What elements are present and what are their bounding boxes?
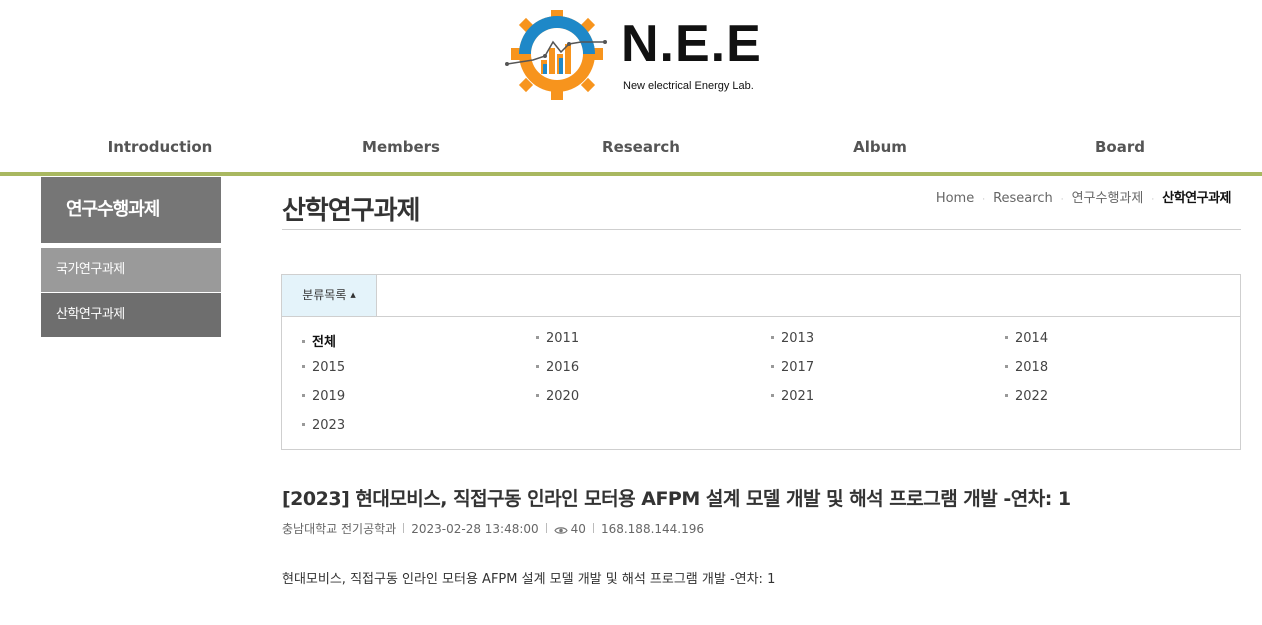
- category-item-2015[interactable]: 2015: [302, 360, 345, 375]
- category-label: 2014: [1015, 331, 1049, 346]
- meta-divider: [403, 523, 405, 533]
- post-author: 충남대학교 전기공학과: [282, 522, 397, 536]
- category-label: 2019: [312, 389, 346, 404]
- nav-item-album[interactable]: Album: [760, 138, 1000, 156]
- category-item-2022[interactable]: 2022: [1005, 389, 1048, 404]
- post-meta: 충남대학교 전기공학과 2023-02-28 13:48:00 40 168.188.…: [282, 520, 704, 537]
- bullet-icon: [536, 365, 539, 368]
- bullet-icon: [536, 336, 539, 339]
- nav-item-research[interactable]: Research: [521, 138, 761, 156]
- category-panel: 분류목록 ▲ 전체 2011 2013 2014 2015 2016 2017 2…: [281, 274, 1241, 450]
- category-toggle-button[interactable]: 분류목록 ▲: [282, 275, 377, 316]
- category-item-2021[interactable]: 2021: [771, 389, 814, 404]
- breadcrumb-separator: ·: [1060, 195, 1064, 205]
- category-item-2011[interactable]: 2011: [536, 331, 579, 346]
- post-body: 현대모비스, 직접구동 인라인 모터용 AFPM 설계 모델 개발 및 해석 프…: [282, 572, 776, 587]
- sidebar-item-national-research[interactable]: 국가연구과제: [41, 248, 221, 292]
- breadcrumb-separator: ·: [1151, 195, 1155, 205]
- nav-item-board[interactable]: Board: [1000, 138, 1240, 156]
- caret-up-icon: ▲: [350, 291, 356, 299]
- page-title: 산학연구과제: [282, 196, 421, 226]
- breadcrumb-projects[interactable]: 연구수행과제: [1072, 191, 1144, 206]
- category-label: 2013: [781, 331, 815, 346]
- category-label: 전체: [312, 335, 336, 350]
- meta-divider: [545, 523, 547, 533]
- post-views: 40: [570, 522, 586, 536]
- category-toggle-label: 분류목록: [302, 288, 347, 302]
- category-item-2013[interactable]: 2013: [771, 331, 814, 346]
- category-item-2018[interactable]: 2018: [1005, 360, 1048, 375]
- category-label: 2020: [546, 389, 580, 404]
- eye-icon: [553, 527, 568, 534]
- breadcrumb-separator: ·: [982, 195, 986, 205]
- gear-chart-logo-icon: [505, 10, 607, 100]
- nav-item-members[interactable]: Members: [281, 138, 521, 156]
- bullet-icon: [771, 336, 774, 339]
- bullet-icon: [302, 423, 305, 426]
- category-item-2020[interactable]: 2020: [536, 389, 579, 404]
- category-label: 2018: [1015, 360, 1049, 375]
- logo-tagline: New electrical Energy Lab.: [623, 80, 754, 92]
- category-label: 2017: [781, 360, 815, 375]
- category-label: 2021: [781, 389, 815, 404]
- breadcrumb-current: 산학연구과제: [1162, 191, 1231, 206]
- category-item-all[interactable]: 전체: [302, 331, 336, 350]
- breadcrumb-home[interactable]: Home: [936, 191, 974, 206]
- bullet-icon: [1005, 394, 1008, 397]
- breadcrumb-research[interactable]: Research: [993, 191, 1053, 206]
- sidebar-title: 연구수행과제: [41, 177, 221, 243]
- category-item-2019[interactable]: 2019: [302, 389, 345, 404]
- bullet-icon: [302, 340, 305, 343]
- category-label: 2023: [312, 418, 346, 433]
- bullet-icon: [302, 365, 305, 368]
- category-item-2017[interactable]: 2017: [771, 360, 814, 375]
- category-label: 2011: [546, 331, 580, 346]
- bullet-icon: [771, 365, 774, 368]
- bullet-icon: [1005, 336, 1008, 339]
- site-logo[interactable]: N.E.E New electrical Energy Lab.: [503, 8, 763, 104]
- category-label: 2015: [312, 360, 346, 375]
- category-header: 분류목록 ▲: [282, 275, 1240, 317]
- sidebar-item-industry-research[interactable]: 산학연구과제: [41, 293, 221, 337]
- breadcrumb: Home · Research · 연구수행과제 · 산학연구과제: [936, 187, 1232, 206]
- category-item-2016[interactable]: 2016: [536, 360, 579, 375]
- bullet-icon: [1005, 365, 1008, 368]
- category-item-2023[interactable]: 2023: [302, 418, 345, 433]
- main-navigation: Introduction Members Research Album Boar…: [0, 128, 1262, 176]
- nav-item-introduction[interactable]: Introduction: [40, 138, 280, 156]
- post-title: [2023] 현대모비스, 직접구동 인라인 모터용 AFPM 설계 모델 개발…: [282, 488, 1071, 510]
- category-item-2014[interactable]: 2014: [1005, 331, 1048, 346]
- bullet-icon: [536, 394, 539, 397]
- bullet-icon: [771, 394, 774, 397]
- category-label: 2016: [546, 360, 580, 375]
- title-divider: [282, 229, 1241, 230]
- post-date: 2023-02-28 13:48:00: [411, 522, 539, 536]
- bullet-icon: [302, 394, 305, 397]
- post-ip: 168.188.144.196: [600, 522, 705, 536]
- category-label: 2022: [1015, 389, 1049, 404]
- meta-divider: [592, 523, 594, 533]
- logo-text: N.E.E: [621, 15, 762, 73]
